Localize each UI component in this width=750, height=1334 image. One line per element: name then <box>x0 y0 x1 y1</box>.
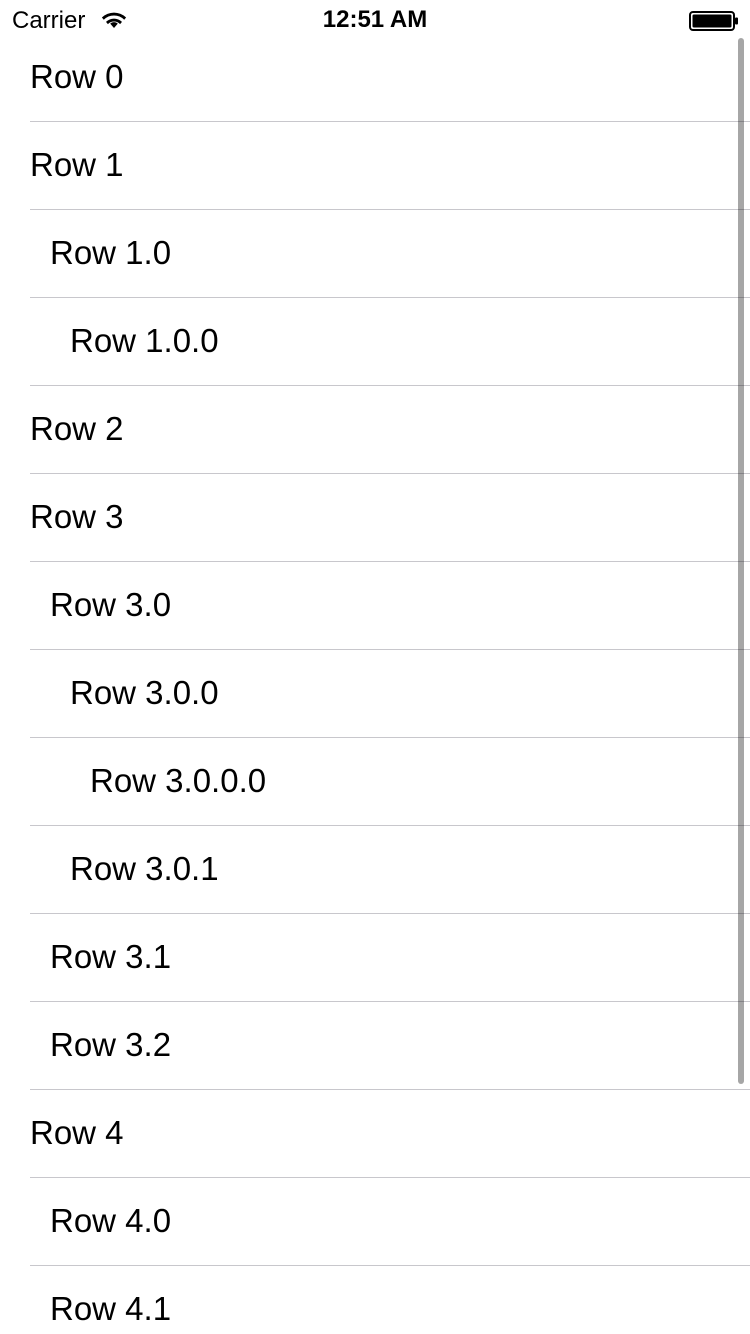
row-label: Row 4.1 <box>50 1290 172 1327</box>
row-label: Row 3.1 <box>50 938 172 975</box>
row-label: Row 0 <box>30 58 124 95</box>
row-label: Row 1 <box>30 146 124 183</box>
row-label: Row 3.2 <box>50 1026 172 1063</box>
row-label: Row 3 <box>30 498 124 535</box>
tree-table[interactable]: Row 0 Row 1 Row 1.0 Row 1.0.0 Row 2 Row 3 Row … <box>0 34 750 1334</box>
table-row[interactable]: Row 4 <box>0 1090 750 1178</box>
table-row[interactable]: Row 4.1 <box>0 1266 750 1334</box>
row-label: Row 4.0 <box>50 1202 172 1239</box>
scroll-indicator[interactable] <box>738 38 744 1084</box>
table-row[interactable]: Row 2 <box>0 386 750 474</box>
table-row[interactable]: Row 1.0.0 <box>0 298 750 386</box>
row-label: Row 3.0.0 <box>70 674 219 711</box>
table-row[interactable]: Row 3 <box>0 474 750 562</box>
table-row[interactable]: Row 3.0.0 <box>0 650 750 738</box>
row-label: Row 3.0.1 <box>70 850 219 887</box>
table-row[interactable]: Row 1 <box>0 122 750 210</box>
row-label: Row 3.0 <box>50 586 172 623</box>
table-row[interactable]: Row 3.2 <box>0 1002 750 1090</box>
battery-icon <box>689 11 738 31</box>
table-row[interactable]: Row 3.1 <box>0 914 750 1002</box>
row-label: Row 4 <box>30 1114 124 1151</box>
table-row[interactable]: Row 1.0 <box>0 210 750 298</box>
row-label: Row 1.0 <box>50 234 172 271</box>
row-label: Row 2 <box>30 410 124 447</box>
status-time: 12:51 AM <box>322 6 428 33</box>
table-row[interactable]: Row 0 <box>0 34 750 122</box>
table-row[interactable]: Row 3.0.0.0 <box>0 738 750 826</box>
table-row[interactable]: Row 4.0 <box>0 1178 750 1266</box>
table-row[interactable]: Row 3.0 <box>0 562 750 650</box>
row-label: Row 3.0.0.0 <box>90 762 267 799</box>
table-row[interactable]: Row 3.0.1 <box>0 826 750 914</box>
row-label: Row 1.0.0 <box>70 322 219 359</box>
